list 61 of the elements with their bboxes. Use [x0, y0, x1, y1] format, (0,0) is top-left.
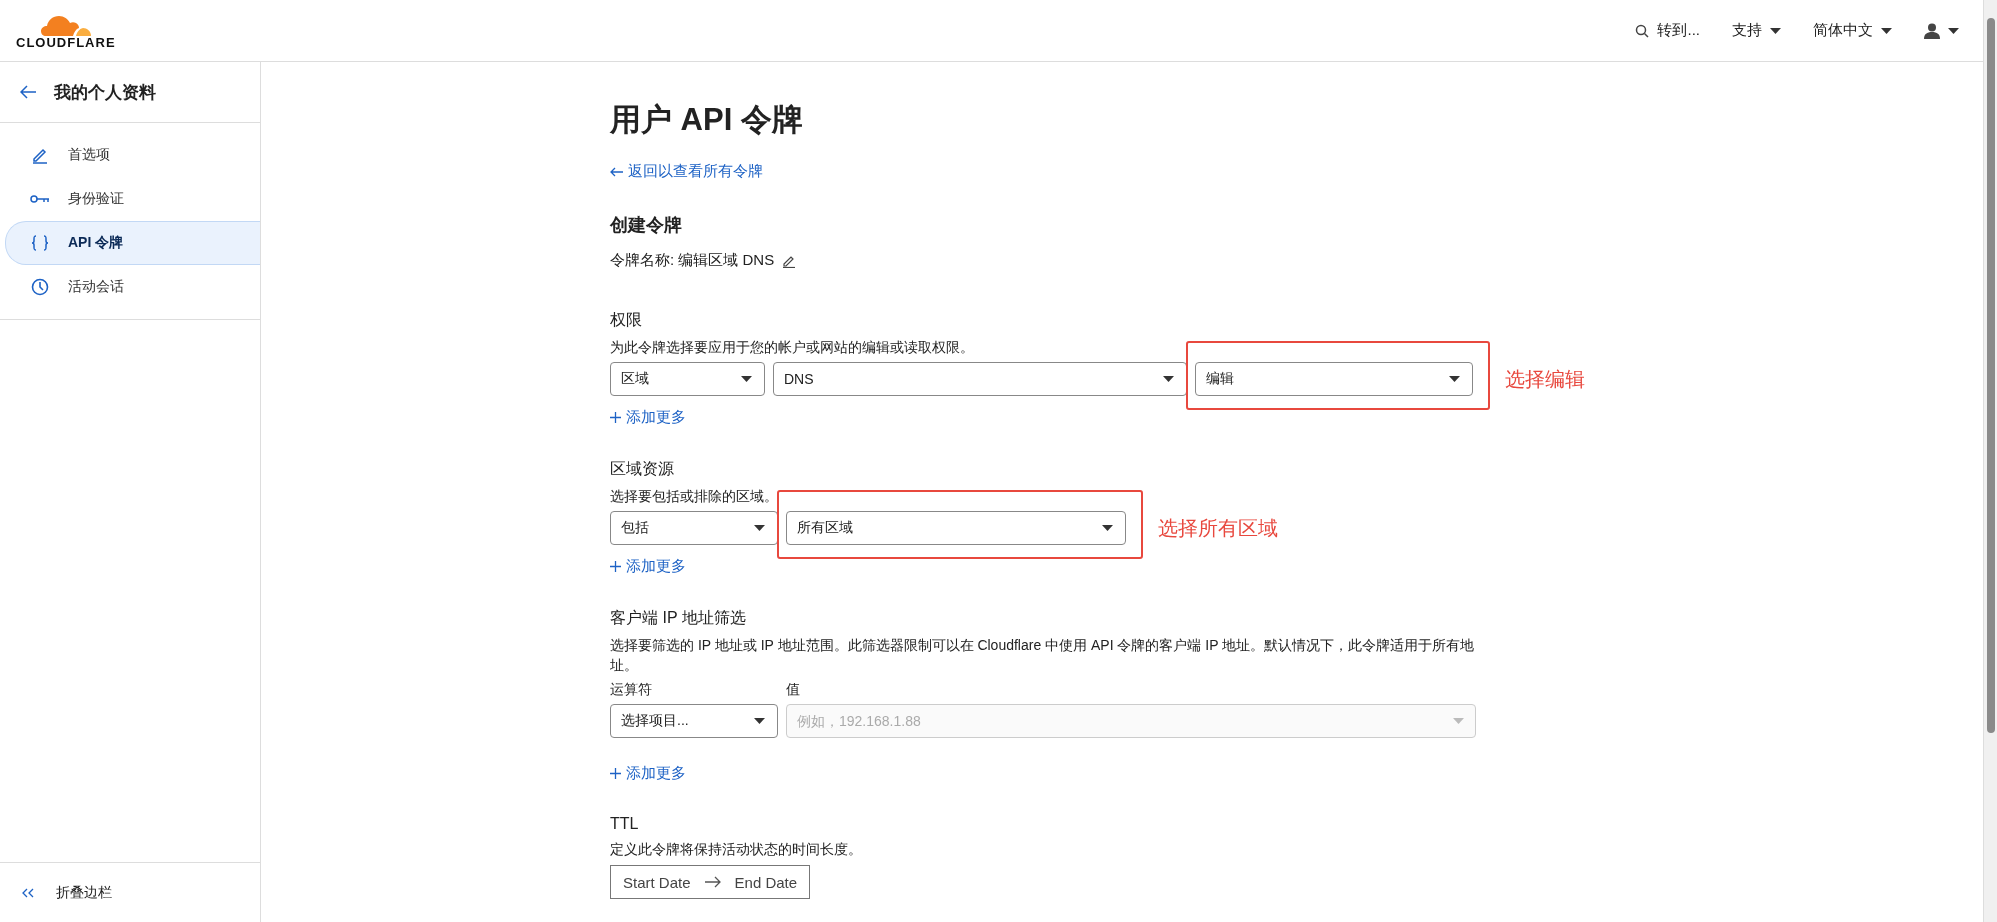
section-label: TTL: [610, 815, 640, 833]
dropdown[interactable]: 包括: [610, 511, 778, 545]
search-button[interactable]: 转到...: [1627, 15, 1708, 46]
dropdown[interactable]: 所有区域: [786, 511, 1126, 545]
add-more-link[interactable]: 添加更多: [610, 557, 686, 576]
sidebar-item[interactable]: 活动会话: [5, 265, 260, 309]
back-arrow-icon[interactable]: [20, 85, 36, 99]
token-name: 令牌名称: 编辑区域 DNS: [610, 251, 775, 270]
annotation-text: 选择编辑: [1505, 366, 1585, 392]
plus-icon: [610, 561, 621, 572]
operator-dropdown[interactable]: 选择项目...: [610, 704, 778, 738]
menu-button[interactable]: 简体中文: [1805, 15, 1900, 46]
caret-icon: [1449, 376, 1460, 382]
caret-icon: [1453, 718, 1464, 724]
caret-icon: [1881, 27, 1892, 34]
back-link[interactable]: 返回以查看所有令牌: [610, 162, 763, 181]
cloud-logo-icon: [39, 13, 92, 37]
menu-button[interactable]: 支持: [1724, 15, 1789, 46]
annotation-text: 选择所有区域: [1158, 515, 1278, 541]
dropdown[interactable]: 区域: [610, 362, 765, 396]
plus-icon: [610, 412, 621, 423]
section-label: 客户端 IP 地址筛选: [610, 608, 747, 628]
section-description: 为此令牌选择要应用于您的帐户或网站的编辑或读取权限。: [610, 338, 975, 357]
caret-icon: [741, 376, 752, 382]
scrollbar-thumb[interactable]: [1986, 18, 1995, 733]
section-description: 选择要筛选的 IP 地址或 IP 地址范围。此筛选器限制可以在 Cloudflare 中使用 API 令牌的客户端 IP 地址。默认情况下，此令牌适用于所有地址。: [610, 636, 1476, 675]
date-range-field[interactable]: Start Date End Date: [610, 865, 811, 899]
logo-text: CLOUDFLARE: [16, 35, 116, 50]
key-icon: [30, 194, 50, 204]
dropdown[interactable]: DNS: [773, 362, 1187, 396]
value-label: 值: [786, 681, 801, 699]
collapse-sidebar-button[interactable]: 折叠边栏: [0, 862, 260, 922]
pencil-icon: [30, 146, 50, 164]
caret-icon: [754, 525, 765, 531]
section-description: 定义此令牌将保持活动状态的时间长度。: [610, 840, 863, 859]
caret-icon: [1948, 27, 1959, 34]
section-description: 选择要包括或排除的区域。: [610, 487, 779, 506]
double-chevron-left-icon: [22, 887, 34, 898]
braces-icon: [30, 234, 50, 252]
caret-icon: [1770, 27, 1781, 34]
add-more-link[interactable]: 添加更多: [610, 764, 686, 783]
arrow-left-icon: [610, 166, 623, 177]
arrow-right-icon: [704, 876, 721, 888]
sidebar-item[interactable]: 身份验证: [5, 177, 260, 221]
plus-icon: [610, 768, 621, 779]
operator-label: 运算符: [610, 681, 653, 699]
caret-icon: [1102, 525, 1113, 531]
add-more-link[interactable]: 添加更多: [610, 408, 686, 427]
section-title: 创建令牌: [610, 214, 683, 237]
sidebar-item[interactable]: 首选项: [5, 133, 260, 177]
clock-icon: [30, 278, 50, 296]
search-icon: [1635, 23, 1650, 38]
section-label: 权限: [610, 310, 643, 330]
dropdown[interactable]: 编辑: [1195, 362, 1473, 396]
sidebar-title: 我的个人资料: [54, 81, 156, 104]
sidebar-item[interactable]: API 令牌: [5, 221, 260, 265]
section-label: 区域资源: [610, 459, 675, 479]
caret-icon: [1163, 376, 1174, 382]
user-icon: [1924, 22, 1940, 39]
caret-icon: [754, 718, 765, 724]
page-title: 用户 API 令牌: [610, 101, 804, 139]
